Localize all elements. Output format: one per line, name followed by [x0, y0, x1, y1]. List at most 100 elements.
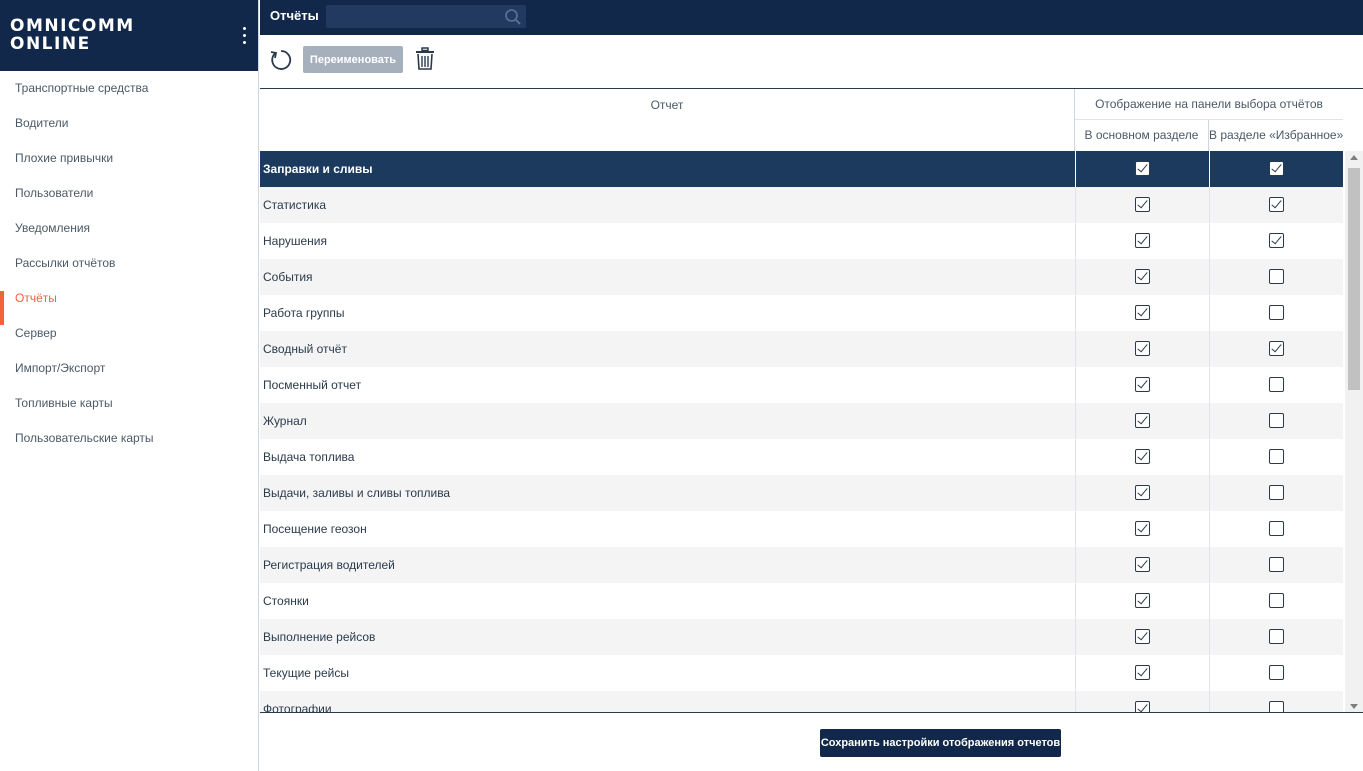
- checkbox-main-section[interactable]: [1135, 413, 1150, 428]
- sidebar-item-2[interactable]: Плохие привычки: [0, 141, 258, 176]
- col-main-cell: [1075, 475, 1209, 511]
- table-row[interactable]: Нарушения: [260, 223, 1343, 259]
- checkbox-favorites[interactable]: [1269, 485, 1284, 500]
- report-name: Выдачи, заливы и сливы топлива: [263, 486, 451, 500]
- table-row[interactable]: Выполнение рейсов: [260, 619, 1343, 655]
- checkbox-favorites[interactable]: [1269, 557, 1284, 572]
- column-header-report[interactable]: Отчет: [260, 89, 1075, 151]
- sidebar-item-1[interactable]: Водители: [0, 106, 258, 141]
- checkbox-main-section[interactable]: [1135, 161, 1150, 176]
- col-fav-cell: [1209, 691, 1343, 713]
- checkbox-favorites[interactable]: [1269, 233, 1284, 248]
- trash-icon[interactable]: [415, 47, 435, 71]
- sidebar-item-3[interactable]: Пользователи: [0, 176, 258, 211]
- col-main-cell: [1075, 583, 1209, 619]
- checkbox-favorites[interactable]: [1269, 665, 1284, 680]
- refresh-icon[interactable]: [268, 48, 292, 72]
- scroll-up-arrow-icon[interactable]: [1350, 155, 1358, 160]
- checkbox-favorites[interactable]: [1269, 521, 1284, 536]
- table-row[interactable]: Фотографии: [260, 691, 1343, 713]
- checkbox-main-section[interactable]: [1135, 305, 1150, 320]
- page-title: Отчёты: [270, 8, 319, 23]
- table-row[interactable]: Выдача топлива: [260, 439, 1343, 475]
- table-row[interactable]: События: [260, 259, 1343, 295]
- checkbox-main-section[interactable]: [1135, 341, 1150, 356]
- table-row[interactable]: Работа группы: [260, 295, 1343, 331]
- table-row[interactable]: Текущие рейсы: [260, 655, 1343, 691]
- sidebar-item-0[interactable]: Транспортные средства: [0, 71, 258, 106]
- checkbox-main-section[interactable]: [1135, 233, 1150, 248]
- col-main-cell: [1075, 403, 1209, 439]
- report-name: Журнал: [263, 414, 307, 428]
- table-row[interactable]: Посещение геозон: [260, 511, 1343, 547]
- sidebar-item-7[interactable]: Сервер: [0, 316, 258, 351]
- report-name: Фотографии: [263, 702, 332, 713]
- checkbox-favorites[interactable]: [1269, 269, 1284, 284]
- kebab-menu-icon[interactable]: [238, 25, 250, 47]
- report-name: Регистрация водителей: [263, 558, 395, 572]
- col-main-cell: [1075, 151, 1209, 187]
- save-display-settings-button[interactable]: Сохранить настройки отображения отчетов: [820, 729, 1061, 757]
- column-header-favorites[interactable]: В разделе «Избранное»: [1209, 120, 1343, 151]
- checkbox-main-section[interactable]: [1135, 449, 1150, 464]
- scroll-thumb[interactable]: [1348, 168, 1360, 390]
- sidebar-item-6[interactable]: Отчёты: [0, 281, 258, 325]
- col-fav-cell: [1209, 439, 1343, 475]
- checkbox-favorites[interactable]: [1269, 629, 1284, 644]
- sidebar-item-4[interactable]: Уведомления: [0, 211, 258, 246]
- column-header-main-section[interactable]: В основном разделе: [1075, 120, 1209, 151]
- scroll-down-arrow-icon[interactable]: [1350, 704, 1358, 709]
- checkbox-main-section[interactable]: [1135, 557, 1150, 572]
- col-main-cell: [1075, 547, 1209, 583]
- sidebar-item-8[interactable]: Импорт/Экспорт: [0, 351, 258, 386]
- col-main-cell: [1075, 619, 1209, 655]
- table-row[interactable]: Сводный отчёт: [260, 331, 1343, 367]
- column-group-display: Отображение на панели выбора отчётов: [1075, 89, 1343, 120]
- col-main-cell: [1075, 439, 1209, 475]
- table-row[interactable]: Статистика: [260, 187, 1343, 223]
- checkbox-favorites[interactable]: [1269, 341, 1284, 356]
- report-name: Нарушения: [263, 234, 328, 248]
- checkbox-main-section[interactable]: [1135, 521, 1150, 536]
- checkbox-favorites[interactable]: [1269, 197, 1284, 212]
- table-row[interactable]: Регистрация водителей: [260, 547, 1343, 583]
- col-fav-cell: [1209, 547, 1343, 583]
- checkbox-favorites[interactable]: [1269, 413, 1284, 428]
- col-main-cell: [1075, 655, 1209, 691]
- table-row[interactable]: Посменный отчет: [260, 367, 1343, 403]
- col-fav-cell: [1209, 619, 1343, 655]
- col-fav-cell: [1209, 511, 1343, 547]
- checkbox-favorites[interactable]: [1269, 161, 1284, 176]
- search-input[interactable]: [326, 5, 526, 28]
- table-scrollbar[interactable]: [1345, 151, 1363, 713]
- checkbox-main-section[interactable]: [1135, 485, 1150, 500]
- sidebar-item-10[interactable]: Пользовательские карты: [0, 421, 258, 456]
- checkbox-favorites[interactable]: [1269, 449, 1284, 464]
- col-fav-cell: [1209, 403, 1343, 439]
- checkbox-favorites[interactable]: [1269, 305, 1284, 320]
- checkbox-main-section[interactable]: [1135, 269, 1150, 284]
- rename-button[interactable]: Переименовать: [303, 46, 403, 73]
- checkbox-favorites[interactable]: [1269, 377, 1284, 392]
- table-row[interactable]: Заправки и сливы: [260, 151, 1343, 187]
- checkbox-main-section[interactable]: [1135, 377, 1150, 392]
- top-bar: Отчёты: [260, 0, 1363, 35]
- reports-table: Отчет Отображение на панели выбора отчёт…: [260, 89, 1363, 713]
- col-main-cell: [1075, 259, 1209, 295]
- search-icon[interactable]: [504, 8, 522, 26]
- sidebar-nav: Транспортные средства Водители Плохие прив…: [0, 71, 258, 456]
- col-main-cell: [1075, 511, 1209, 547]
- table-row[interactable]: Выдачи, заливы и сливы топлива: [260, 475, 1343, 511]
- checkbox-main-section[interactable]: [1135, 629, 1150, 644]
- sidebar-item-5[interactable]: Рассылки отчётов: [0, 246, 258, 281]
- sidebar-item-9[interactable]: Топливные карты: [0, 386, 258, 421]
- checkbox-favorites[interactable]: [1269, 593, 1284, 608]
- col-fav-cell: [1209, 475, 1343, 511]
- table-row[interactable]: Журнал: [260, 403, 1343, 439]
- col-fav-cell: [1209, 331, 1343, 367]
- checkbox-main-section[interactable]: [1135, 197, 1150, 212]
- checkbox-main-section[interactable]: [1135, 593, 1150, 608]
- toolbar: Переименовать: [260, 35, 1363, 89]
- checkbox-main-section[interactable]: [1135, 665, 1150, 680]
- table-row[interactable]: Стоянки: [260, 583, 1343, 619]
